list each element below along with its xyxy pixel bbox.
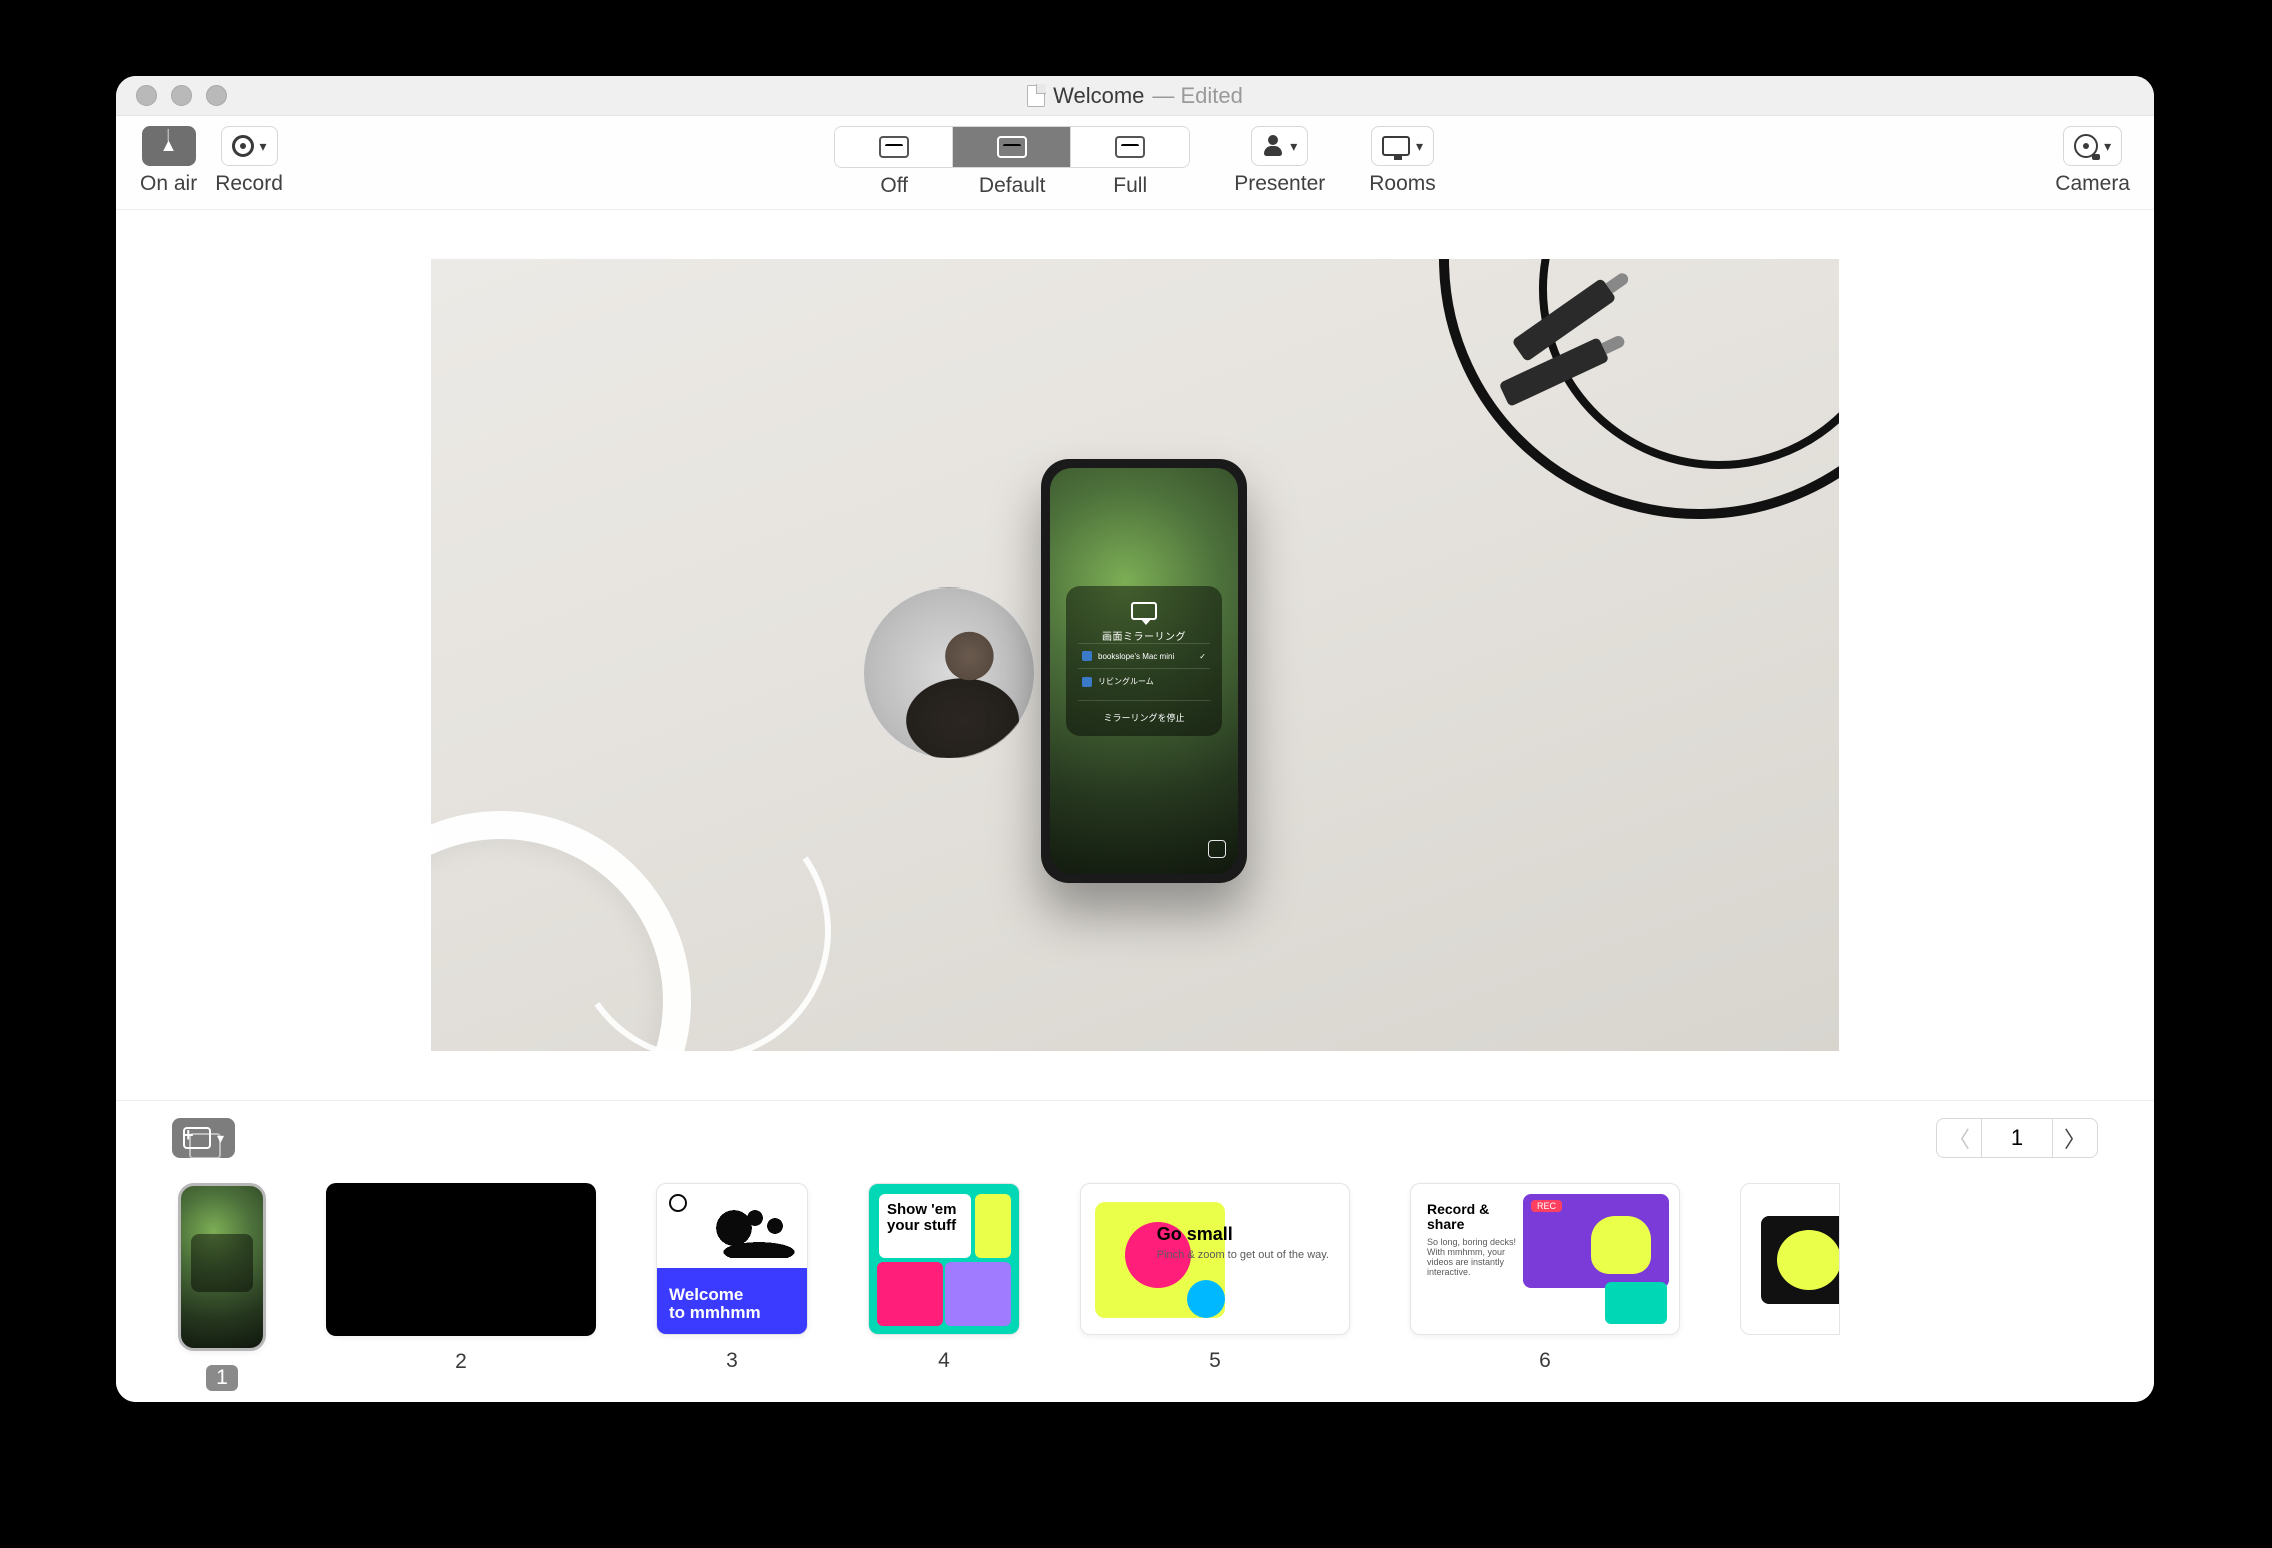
seg-default-label: Default xyxy=(953,174,1071,198)
stage[interactable]: 画面ミラーリング bookslope's Mac mini ✓ リビングルーム … xyxy=(431,259,1839,1051)
slide-thumb-image xyxy=(178,1183,266,1351)
slide-number: 5 xyxy=(1209,1349,1221,1373)
seg-off-label: Off xyxy=(835,174,953,198)
next-slide-button[interactable]: 〉 xyxy=(2053,1122,2097,1154)
slide-thumb-image: Show 'em your stuff xyxy=(868,1183,1020,1335)
slide-number: 1 xyxy=(206,1365,238,1391)
airplay-target-2: リビングルーム xyxy=(1078,668,1210,694)
on-air-label: On air xyxy=(140,172,197,196)
add-slide-icon xyxy=(183,1127,211,1149)
slide-thumb-5[interactable]: Go small Pinch & zoom to get out of the … xyxy=(1080,1183,1350,1373)
seg-full[interactable] xyxy=(1071,127,1189,167)
airplay-target-1-label: bookslope's Mac mini xyxy=(1098,652,1174,661)
prev-slide-button[interactable]: 〈 xyxy=(1937,1122,1981,1154)
slide-thumb-caption: Welcome to mmhmm xyxy=(669,1286,761,1322)
presenter-label: Presenter xyxy=(1234,172,1325,196)
close-window-button[interactable] xyxy=(136,85,157,106)
slide-number: 4 xyxy=(938,1349,950,1373)
document-icon xyxy=(1027,85,1045,107)
chevron-down-icon: ▾ xyxy=(260,138,267,155)
broadcast-icon xyxy=(155,136,183,156)
slide-tray: ▾ 〈 1 〉 1 2 Welcome xyxy=(116,1100,2154,1402)
decor-mini xyxy=(1605,1282,1667,1324)
monitor-icon xyxy=(1382,136,1410,156)
check-icon: ✓ xyxy=(1199,652,1206,661)
phone-mockup: 画面ミラーリング bookslope's Mac mini ✓ リビングルーム … xyxy=(1041,459,1247,883)
camera-menu-button[interactable]: ▾ xyxy=(2063,126,2122,166)
presenter-avatar[interactable] xyxy=(863,587,1035,759)
slide-thumb-image: Welcome to mmhmm xyxy=(656,1183,808,1335)
zoom-window-button[interactable] xyxy=(206,85,227,106)
chevron-down-icon: ▾ xyxy=(1290,138,1297,155)
frame-default-icon xyxy=(997,136,1027,158)
toolbar: On air ▾ Record Off Default xyxy=(116,116,2154,210)
titlebar: Welcome — Edited xyxy=(116,76,2154,116)
chevron-down-icon: ▾ xyxy=(1416,138,1423,155)
slide-number: 6 xyxy=(1539,1349,1551,1373)
device-icon xyxy=(1082,677,1092,687)
record-button[interactable]: ▾ xyxy=(221,126,278,166)
airplay-sheet: 画面ミラーリング bookslope's Mac mini ✓ リビングルーム … xyxy=(1066,586,1222,736)
seg-full-label: Full xyxy=(1071,174,1189,198)
airplay-title: 画面ミラーリング xyxy=(1078,628,1210,643)
presenter-size-segmented xyxy=(834,126,1190,168)
doc-title-text: Welcome xyxy=(1053,83,1144,109)
seg-default[interactable] xyxy=(953,127,1071,167)
on-air-button[interactable] xyxy=(142,126,196,166)
slide-thumb-caption: Record & share So long, boring decks! Wi… xyxy=(1427,1202,1523,1277)
record-icon xyxy=(232,135,254,157)
slide-number: 2 xyxy=(455,1350,467,1374)
person-icon xyxy=(1262,135,1284,157)
window-controls xyxy=(136,85,227,106)
slide-thumb-6[interactable]: Record & share So long, boring decks! Wi… xyxy=(1410,1183,1680,1373)
slide-thumb-caption: Go small Pinch & zoom to get out of the … xyxy=(1157,1224,1329,1263)
window-title: Welcome — Edited xyxy=(116,83,2154,109)
slide-list: 1 2 Welcome to mmhmm 3 xyxy=(172,1161,2098,1402)
decor-panel xyxy=(975,1194,1011,1258)
slide-thumb-image: Go small Pinch & zoom to get out of the … xyxy=(1080,1183,1350,1335)
current-slide-number: 1 xyxy=(1981,1119,2053,1157)
seg-labels: Off Default Full xyxy=(835,174,1189,198)
rooms-menu-button[interactable]: ▾ xyxy=(1371,126,1434,166)
page-stepper: 〈 1 〉 xyxy=(1936,1118,2098,1158)
airplay-target-1: bookslope's Mac mini ✓ xyxy=(1078,643,1210,668)
airplay-target-2-label: リビングルーム xyxy=(1098,676,1154,687)
preview-area: 画面ミラーリング bookslope's Mac mini ✓ リビングルーム … xyxy=(116,210,2154,1100)
minimize-window-button[interactable] xyxy=(171,85,192,106)
decor-art xyxy=(1523,1194,1669,1288)
add-slide-button[interactable]: ▾ xyxy=(172,1118,235,1158)
slide-number: 3 xyxy=(726,1349,738,1373)
slide-thumb-1[interactable]: 1 xyxy=(178,1183,266,1391)
phone-screen: 画面ミラーリング bookslope's Mac mini ✓ リビングルーム … xyxy=(1050,468,1238,874)
slide-thumb-image xyxy=(1740,1183,1840,1335)
chevron-down-icon: ▾ xyxy=(2104,138,2111,155)
slide-thumb-7-peek[interactable] xyxy=(1740,1183,1840,1335)
camera-icon xyxy=(2074,134,2098,158)
rooms-label: Rooms xyxy=(1369,172,1436,196)
edited-indicator: — Edited xyxy=(1152,83,1243,109)
phone-home-indicator xyxy=(1208,840,1226,858)
frame-full-icon xyxy=(1115,136,1145,158)
frame-off-icon xyxy=(879,136,909,158)
logo-icon xyxy=(669,1194,687,1212)
decor-panel xyxy=(877,1262,943,1326)
presenter-menu-button[interactable]: ▾ xyxy=(1251,126,1308,166)
airplay-icon xyxy=(1131,602,1157,620)
slide-thumb-3[interactable]: Welcome to mmhmm 3 xyxy=(656,1183,808,1373)
camera-label: Camera xyxy=(2055,172,2130,196)
slide-thumb-image xyxy=(326,1183,596,1336)
slide-thumb-2[interactable]: 2 xyxy=(326,1183,596,1374)
slide-thumb-4[interactable]: Show 'em your stuff 4 xyxy=(868,1183,1020,1373)
seg-off[interactable] xyxy=(835,127,953,167)
slide-thumb-caption: Show 'em your stuff xyxy=(879,1194,971,1258)
record-label: Record xyxy=(215,172,283,196)
slide-thumb-image: Record & share So long, boring decks! Wi… xyxy=(1410,1183,1680,1335)
decor-panel xyxy=(945,1262,1011,1326)
airplay-stop: ミラーリングを停止 xyxy=(1078,700,1210,724)
app-window: Welcome — Edited On air ▾ Record xyxy=(116,76,2154,1402)
device-icon xyxy=(1082,651,1092,661)
